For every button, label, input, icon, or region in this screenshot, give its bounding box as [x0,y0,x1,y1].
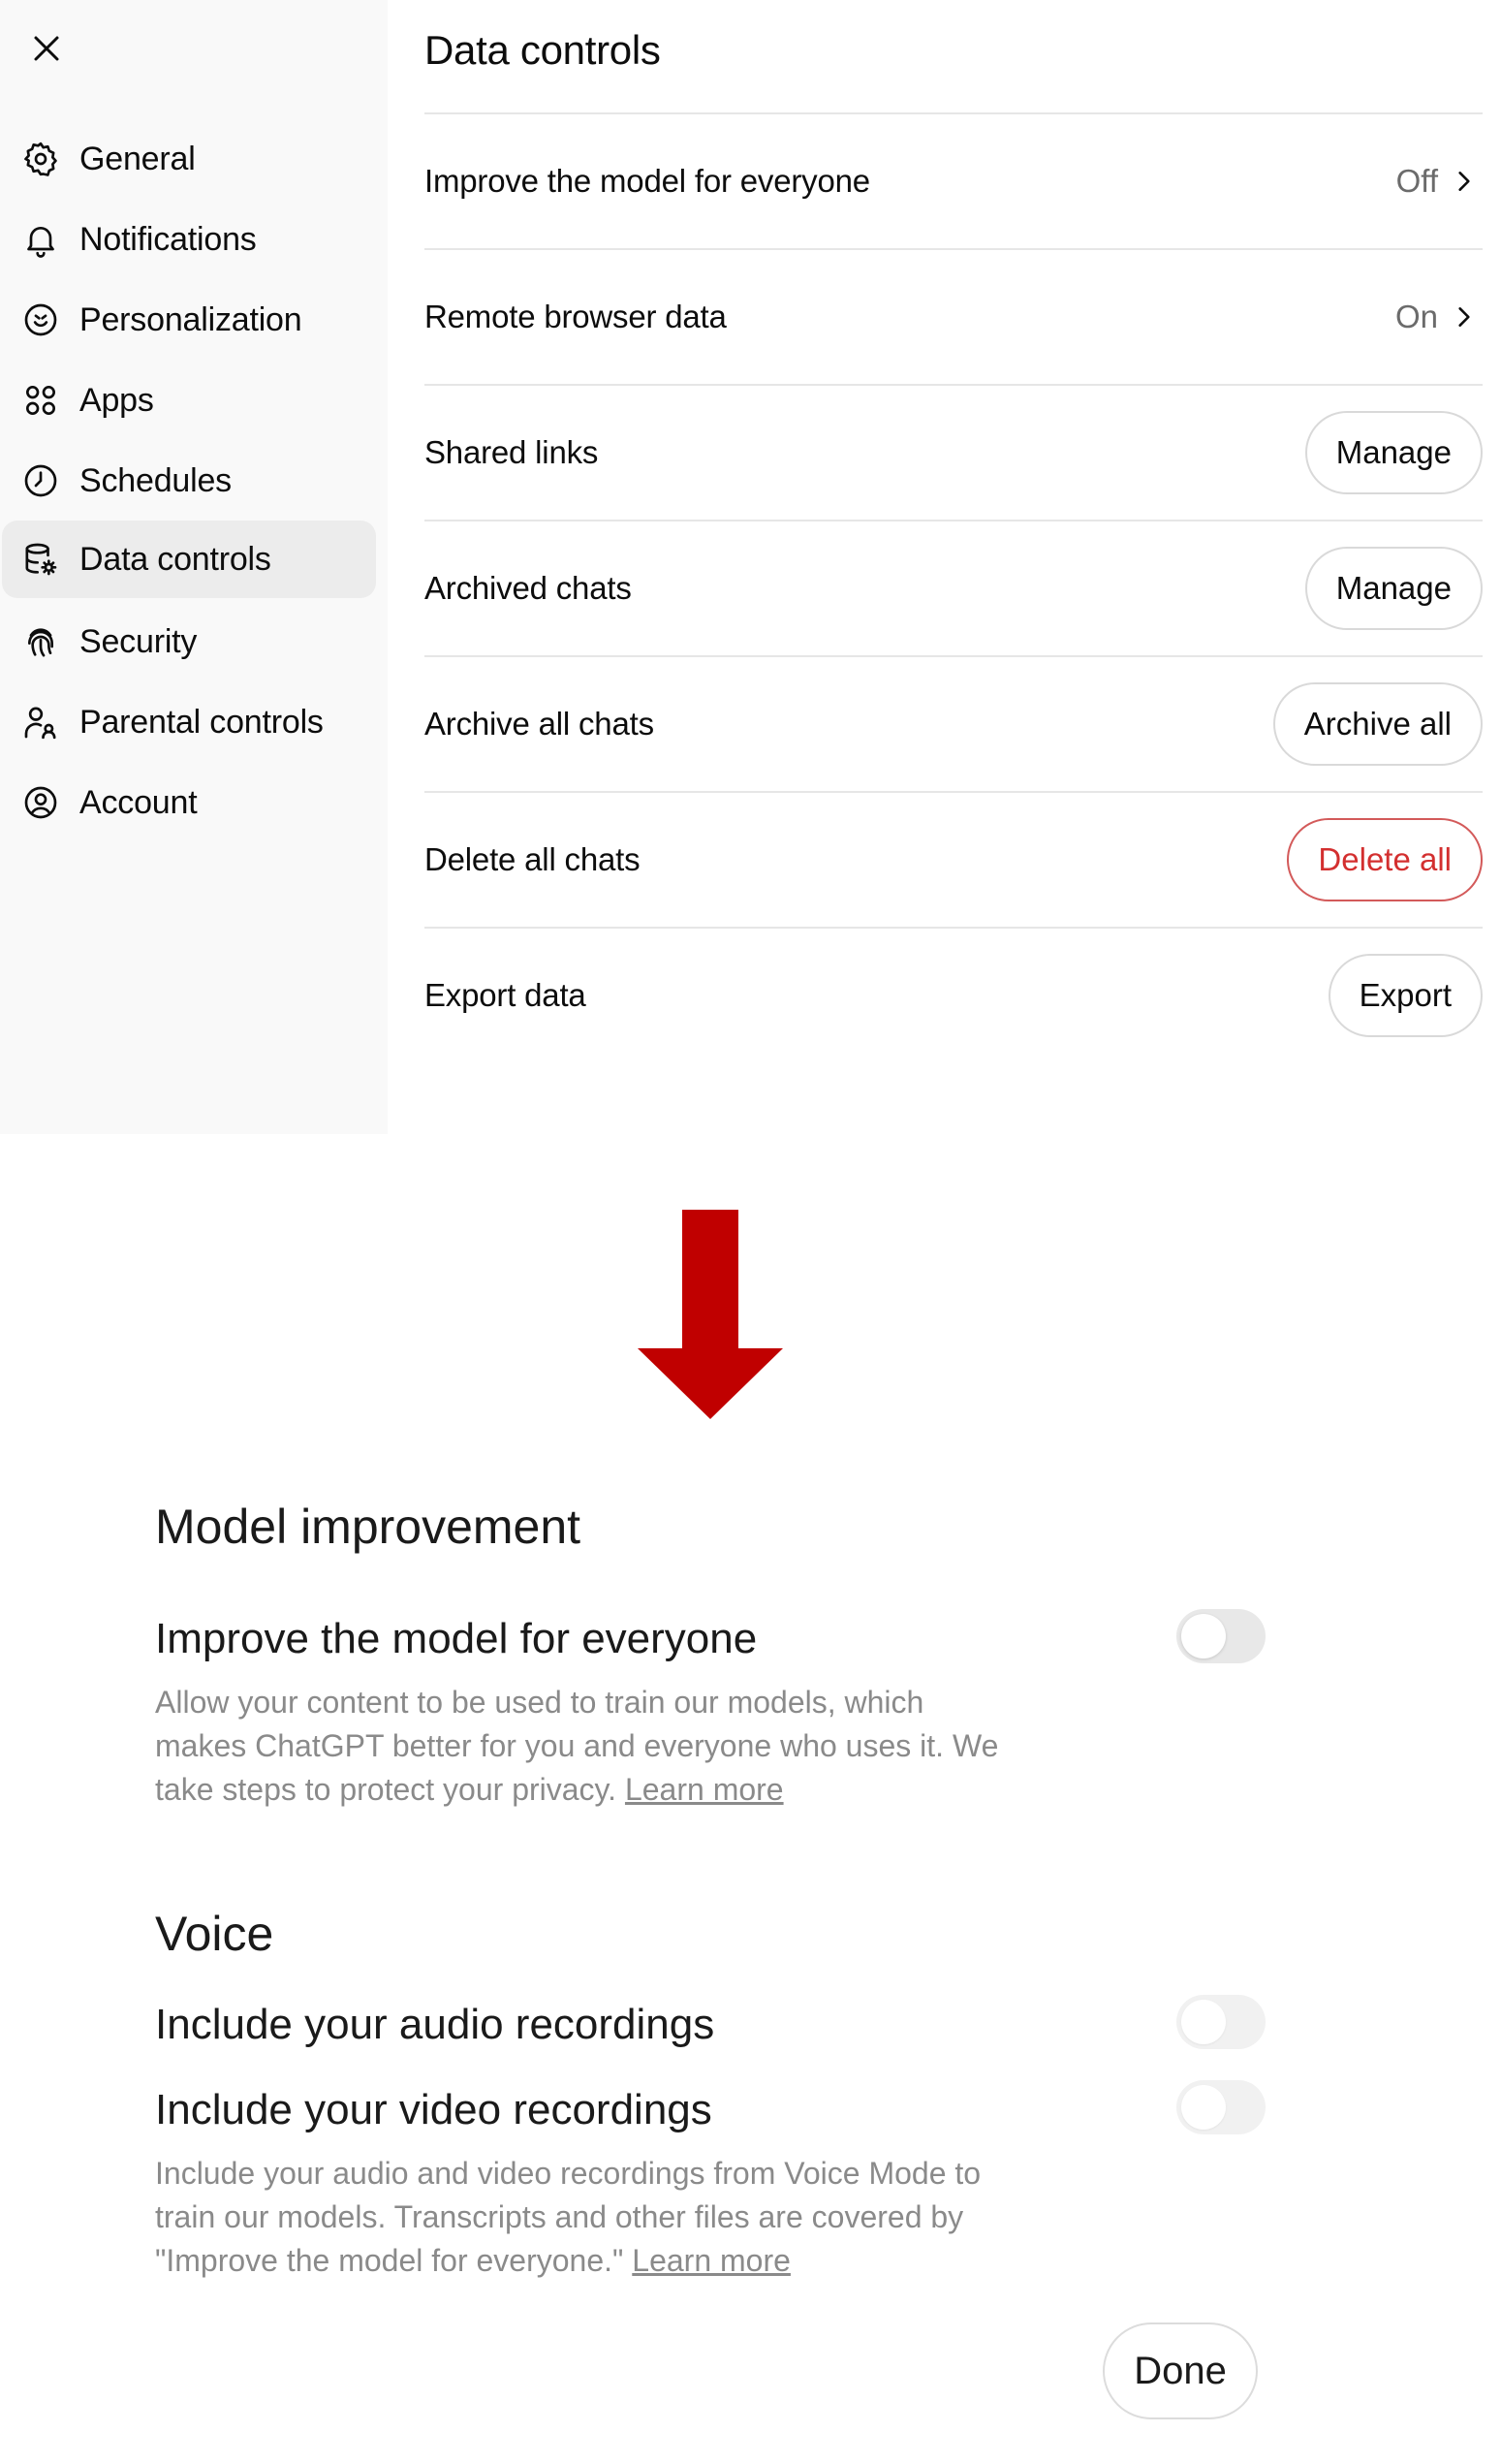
model-improvement-heading: Model improvement [155,1500,581,1554]
page-title: Data controls [424,27,661,73]
down-arrow-icon [638,1210,783,1419]
nav-label: Security [79,622,198,660]
nav-label: Data controls [79,540,271,578]
manage-shared-links-button[interactable]: Manage [1304,411,1483,494]
row-remote-browser-data[interactable]: Remote browser data On [424,250,1483,384]
nav-label: Account [79,783,198,821]
nav-item-schedules[interactable]: Schedules [2,442,376,520]
learn-more-link[interactable]: Learn more [632,2243,791,2278]
chevron-right-icon [1458,307,1470,327]
row-archived-chats: Archived chats Manage [424,521,1483,655]
bell-icon [19,218,62,261]
voice-heading: Voice [155,1907,274,1961]
nav-label: Schedules [79,461,232,499]
nav-label: Apps [79,381,154,419]
row-value: Off [1395,163,1438,199]
personalization-icon [19,299,62,341]
row-label: Delete all chats [424,841,641,877]
row-archive-all-chats: Archive all chats Archive all [424,657,1483,791]
row-improve-model[interactable]: Improve the model for everyone Off [424,114,1483,248]
nav-item-apps[interactable]: Apps [2,362,376,439]
video-recordings-toggle[interactable] [1176,2080,1266,2134]
close-icon [34,36,59,61]
parent-icon [19,701,62,743]
apps-grid-icon [19,379,62,422]
row-export-data: Export data Export [424,929,1483,1062]
toggle-knob [1181,2000,1226,2044]
row-label: Archived chats [424,570,632,606]
nav-item-account[interactable]: Account [2,764,376,841]
row-label: Export data [424,977,586,1013]
archive-all-button[interactable]: Archive all [1272,682,1483,766]
nav-label: Personalization [79,300,302,338]
nav-item-security[interactable]: Security [2,603,376,680]
video-recordings-label: Include your video recordings [155,2086,712,2133]
description-text: Include your audio and video recordings … [155,2156,982,2278]
nav-label: General [79,140,196,177]
nav-item-data-controls[interactable]: Data controls [2,521,376,598]
row-value: On [1394,299,1438,334]
gear-icon [19,138,62,180]
audio-recordings-label: Include your audio recordings [155,2001,715,2048]
nav-label: Parental controls [79,703,324,741]
row-label: Shared links [424,434,599,470]
row-shared-links: Shared links Manage [424,386,1483,520]
toggle-knob [1181,1614,1226,1658]
nav-item-general[interactable]: General [2,120,376,198]
settings-sidebar: General Notifications Personalization Ap… [0,0,388,1134]
improve-model-label: Improve the model for everyone [155,1615,758,1662]
close-button[interactable] [23,25,70,72]
improve-model-toggle[interactable] [1176,1609,1266,1663]
fingerprint-icon [19,620,62,663]
settings-panel: General Notifications Personalization Ap… [0,0,1501,1134]
description-text: Allow your content to be used to train o… [155,1685,999,1807]
toggle-knob [1181,2085,1226,2130]
row-label: Improve the model for everyone [424,163,870,199]
row-label: Remote browser data [424,299,727,334]
nav-item-personalization[interactable]: Personalization [2,281,376,359]
export-button[interactable]: Export [1328,954,1483,1037]
row-delete-all-chats: Delete all chats Delete all [424,793,1483,927]
nav-label: Notifications [79,220,257,258]
learn-more-link[interactable]: Learn more [625,1772,784,1807]
audio-recordings-toggle[interactable] [1176,1995,1266,2049]
nav-item-notifications[interactable]: Notifications [2,201,376,278]
model-improvement-dialog: Model improvement Improve the model for … [0,1444,1501,2464]
improve-model-description: Allow your content to be used to train o… [155,1681,1008,1812]
delete-all-button[interactable]: Delete all [1287,818,1483,901]
done-button[interactable]: Done [1103,2322,1258,2419]
voice-description: Include your audio and video recordings … [155,2152,1008,2283]
row-label: Archive all chats [424,706,654,742]
chevron-right-icon [1458,172,1470,191]
down-arrow-shape [638,1210,783,1419]
manage-archived-chats-button[interactable]: Manage [1304,547,1483,630]
clock-icon [19,459,62,502]
database-gear-icon [19,538,62,581]
user-circle-icon [19,781,62,824]
nav-item-parental-controls[interactable]: Parental controls [2,683,376,761]
